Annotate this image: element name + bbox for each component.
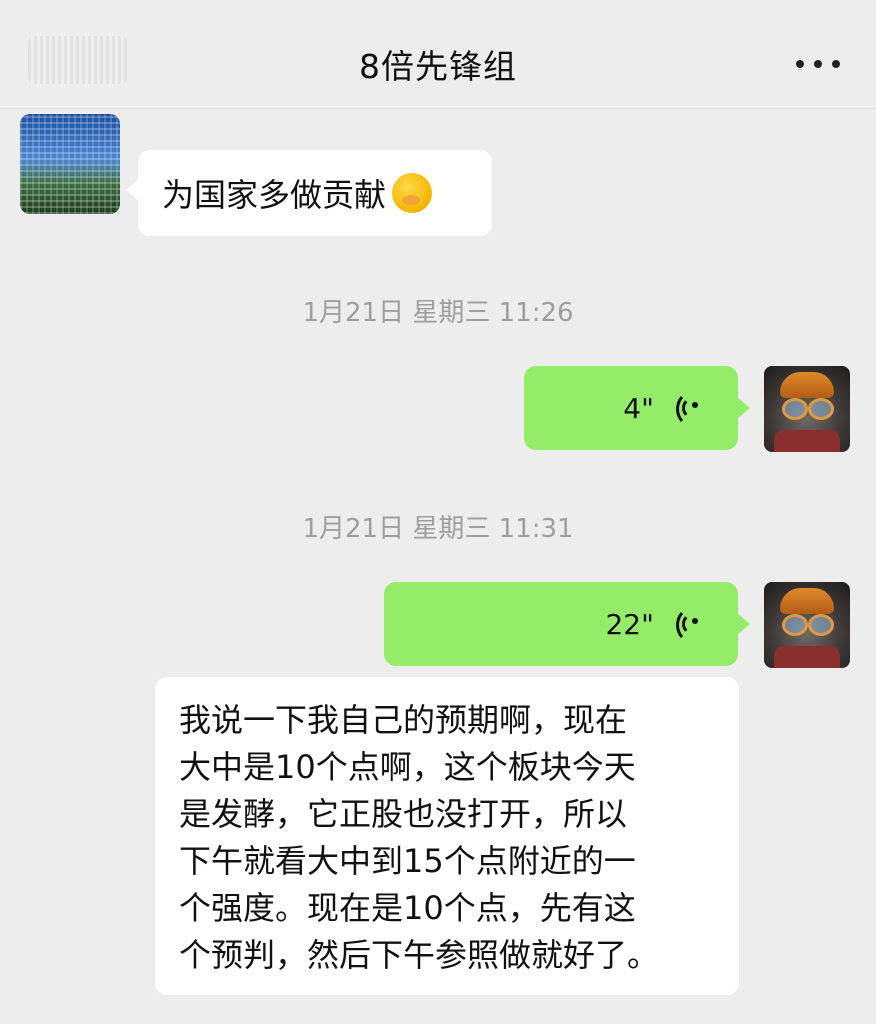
transcript-line: 是发酵，它正股也没打开，所以 (179, 795, 628, 833)
self-avatar[interactable] (764, 582, 850, 668)
sender-avatar[interactable] (20, 114, 120, 214)
transcript-line: 我说一下我自己的预期啊，现在 (179, 701, 628, 739)
voice-duration: 22" (605, 607, 654, 641)
message-text: 为国家多做贡献 (162, 176, 387, 214)
transcript-line: 下午就看大中到15个点附近的一 (179, 842, 636, 880)
chat-header: 8倍先锋组 (0, 0, 876, 109)
more-options-icon[interactable] (796, 50, 840, 78)
voice-wave-icon (674, 391, 708, 427)
voice-transcript[interactable]: 我说一下我自己的预期啊，现在 大中是10个点啊，这个板块今天 是发酵，它正股也没… (155, 677, 739, 995)
dot (796, 60, 804, 68)
voice-duration: 4" (623, 391, 654, 425)
timestamp: 1月21日 星期三 11:31 (302, 514, 574, 544)
transcript-line: 个强度。现在是10个点，先有这 (179, 889, 636, 927)
voice-message-bubble[interactable]: 22" (384, 582, 750, 666)
dot (814, 60, 822, 68)
transcript-line: 大中是10个点啊，这个板块今天 (179, 748, 636, 786)
dot (832, 60, 840, 68)
transcript-line: 个预判，然后下午参照做就好了。 (179, 936, 660, 974)
self-avatar[interactable] (764, 366, 850, 452)
hand-over-mouth-emoji-icon (392, 173, 433, 213)
voice-wave-icon (674, 607, 708, 643)
timestamp: 1月21日 星期三 11:26 (302, 298, 574, 328)
chat-title: 8倍先锋组 (359, 47, 517, 86)
message-bubble-received[interactable]: 为国家多做贡献 (126, 150, 492, 236)
voice-message-bubble[interactable]: 4" (524, 366, 750, 450)
